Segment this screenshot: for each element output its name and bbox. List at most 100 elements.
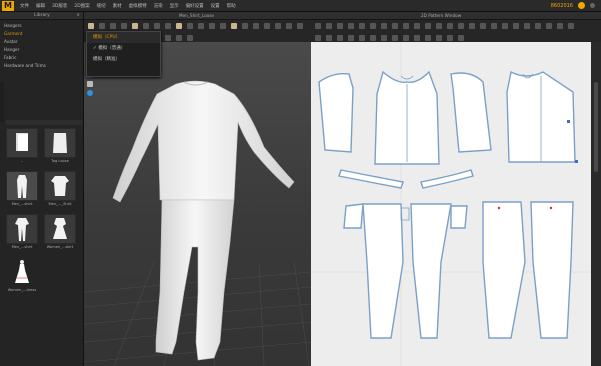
tool-icon[interactable] [231,23,237,29]
tool-icon[interactable] [370,23,376,29]
tool-icon[interactable] [220,23,226,29]
thumbnail-men-pants[interactable]: Men_...shirt [6,214,38,251]
tool-icon[interactable] [154,23,160,29]
tool-icon[interactable] [447,35,453,41]
tool-icon[interactable] [535,23,541,29]
viewport-2d[interactable] [311,42,591,366]
menu-settings[interactable]: 设置 [211,3,220,9]
library-item-garment[interactable]: Garment [4,30,83,38]
tool-icon[interactable] [198,23,204,29]
tool-icon[interactable] [403,35,409,41]
dropdown-item-accurate[interactable]: 模拟（精准） [87,54,160,65]
menu-help[interactable]: 帮助 [227,3,236,9]
menu-3d-garment[interactable]: 3D服装 [52,3,67,9]
tool-icon[interactable] [187,35,193,41]
tool-icon[interactable] [447,23,453,29]
minimize-icon[interactable] [590,3,595,8]
scrollbar-2d[interactable] [591,42,601,366]
tool-icon[interactable] [359,23,365,29]
library-item-hanger[interactable]: Hanger [4,46,83,54]
tool-icon[interactable] [436,23,442,29]
tool-icon[interactable] [326,23,332,29]
tool-icon[interactable] [425,23,431,29]
tool-icon[interactable] [264,23,270,29]
tool-icon[interactable] [348,35,354,41]
tool-icon[interactable] [209,23,215,29]
tool-icon[interactable] [392,35,398,41]
tool-icon[interactable] [286,23,292,29]
thumbnail-folder[interactable]: .. [6,128,38,165]
tool-icon[interactable] [414,35,420,41]
tool-icon[interactable] [568,23,574,29]
library-item-fabric[interactable]: Fabric [4,54,83,62]
tool-icon[interactable] [370,35,376,41]
tool-icon[interactable] [425,35,431,41]
menu-materials[interactable]: 素材 [113,3,122,9]
thumbnail-men-tshirt[interactable]: Men_..._Shirt [44,171,76,208]
tool-icon[interactable] [297,23,303,29]
close-icon[interactable]: × [76,12,80,20]
tool-icon[interactable] [502,23,508,29]
avatar-icon[interactable] [87,81,93,87]
tool-icon[interactable] [132,23,138,29]
tool-icon[interactable] [381,35,387,41]
tool-icon[interactable] [348,23,354,29]
menu-preferences[interactable]: 偏好设置 [186,3,204,9]
menu-2d-pattern[interactable]: 2D图案 [74,3,89,9]
tool-icon[interactable] [513,23,519,29]
tool-icon[interactable] [359,35,365,41]
tool-icon[interactable] [381,23,387,29]
tool-icon[interactable] [315,35,321,41]
tool-icon[interactable] [436,35,442,41]
tool-icon[interactable] [315,23,321,29]
viewport-3d[interactable] [84,42,311,366]
library-header: Library × [0,12,83,20]
tool-icon[interactable] [546,23,552,29]
tool-icon[interactable] [414,23,420,29]
globe-icon[interactable] [87,90,93,96]
thumbnail-women-dress[interactable]: Women_...dress [6,257,38,294]
menu-avatar[interactable]: 虚拟模特 [129,3,147,9]
thumbnail-men-shirt[interactable]: Men_...shirt [6,171,38,208]
scrollbar-thumb[interactable] [594,82,598,172]
menu-edit[interactable]: 编辑 [36,3,45,9]
tool-icon[interactable] [458,35,464,41]
tool-icon[interactable] [176,23,182,29]
tool-icon[interactable] [110,23,116,29]
thumbnail-women-skirt[interactable]: Women_...skirt [44,214,76,251]
tool-icon[interactable] [557,23,563,29]
tool-icon[interactable] [392,23,398,29]
library-item-hangers[interactable]: Hangers [4,22,83,30]
tool-icon[interactable] [275,23,281,29]
library-item-avatar[interactable]: Avatar [4,38,83,46]
dropdown-item-cpu[interactable]: 模拟（CPU） [87,32,160,43]
side-tab[interactable] [0,82,4,122]
tool-icon[interactable] [187,23,193,29]
tool-icon[interactable] [242,23,248,29]
menu-display[interactable]: 显示 [170,3,179,9]
tool-icon[interactable] [99,23,105,29]
thumbnail-tag-loose[interactable]: Tag Loose [44,128,76,165]
tool-icon[interactable] [326,35,332,41]
tool-icon[interactable] [337,23,343,29]
tool-icon[interactable] [121,23,127,29]
tool-icon[interactable] [524,23,530,29]
menu-sewing[interactable]: 缝纫 [97,3,106,9]
tool-icon[interactable] [458,23,464,29]
tool-icon[interactable] [165,35,171,41]
tool-icon[interactable] [491,23,497,29]
dropdown-item-normal[interactable]: ✓ 模拟（普通） [87,43,160,54]
tool-icon[interactable] [165,23,171,29]
tool-icon[interactable] [469,23,475,29]
tool-icon[interactable] [337,35,343,41]
tool-icon[interactable] [176,35,182,41]
menu-render[interactable]: 渲染 [154,3,163,9]
tool-icon[interactable] [480,23,486,29]
account-icon[interactable] [578,2,585,9]
menu-file[interactable]: 文件 [20,3,29,9]
tool-icon[interactable] [403,23,409,29]
simulation-icon[interactable] [88,23,94,29]
tool-icon[interactable] [253,23,259,29]
library-item-hardware[interactable]: Hardware and Trims [4,62,83,70]
tool-icon[interactable] [143,23,149,29]
